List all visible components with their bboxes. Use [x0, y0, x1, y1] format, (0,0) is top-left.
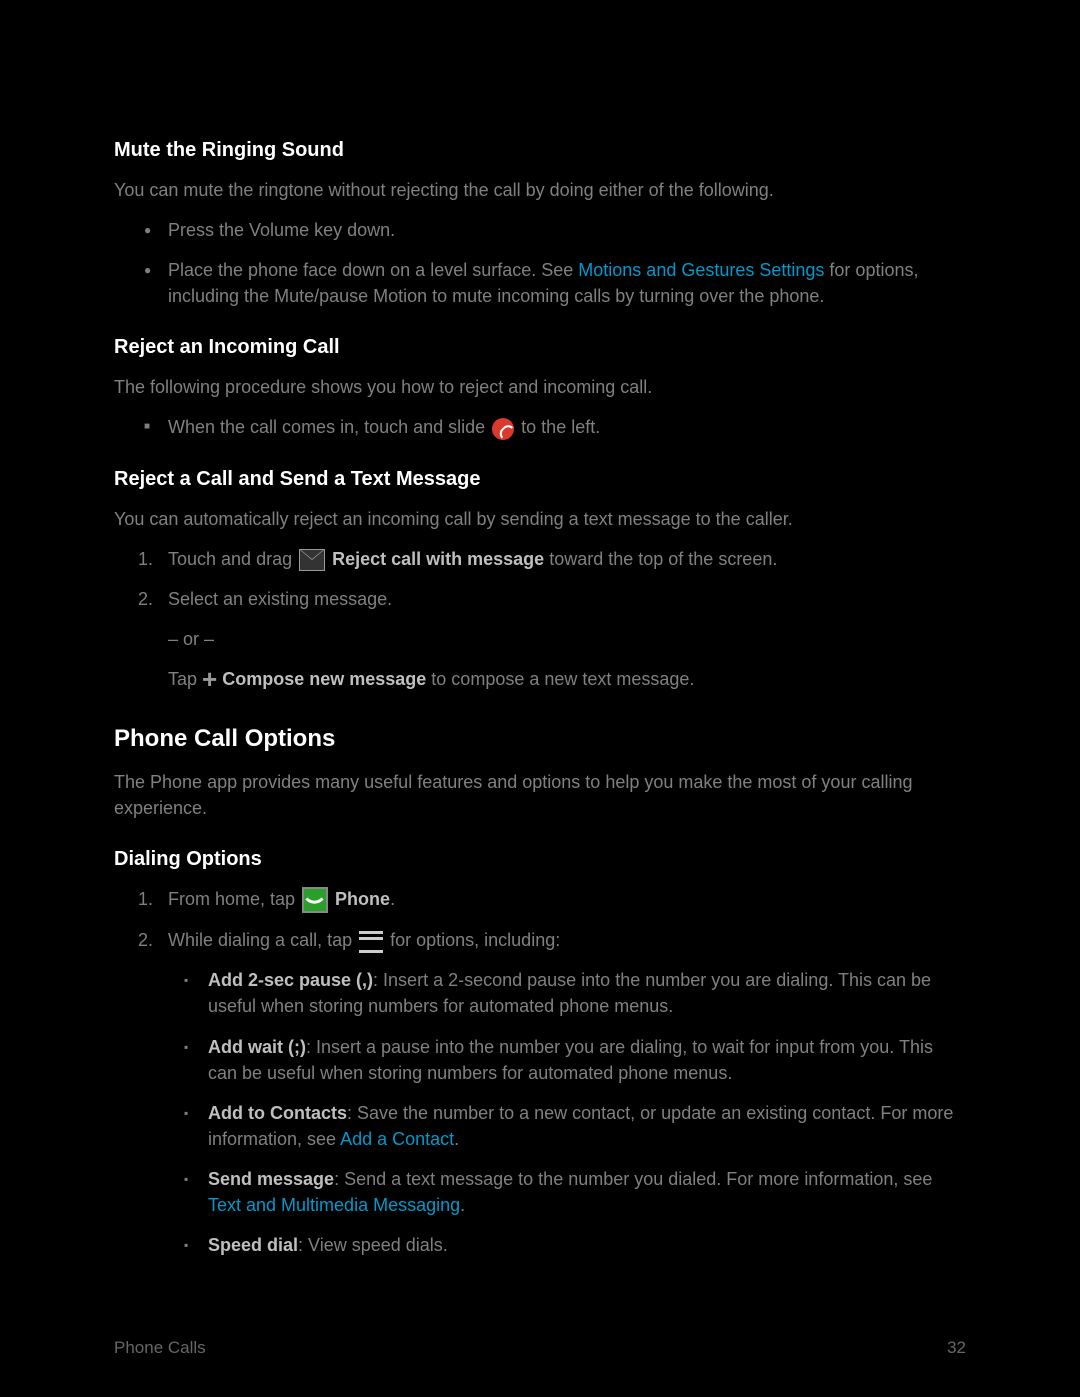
heading-dialing: Dialing Options — [114, 845, 966, 874]
list-item: Send message: Send a text message to the… — [168, 1166, 966, 1218]
text: Place the phone face down on a level sur… — [168, 260, 578, 280]
bold-text: Compose new message — [217, 669, 426, 689]
bold-text: Phone — [330, 889, 390, 909]
text: Touch and drag — [168, 549, 297, 569]
list-item: Touch and drag Reject call with message … — [114, 546, 966, 572]
document-page: Mute the Ringing Sound You can mute the … — [0, 0, 1080, 1397]
text: . — [390, 889, 395, 909]
text: toward the top of the screen. — [544, 549, 777, 569]
list-item: Press the Volume key down. — [114, 217, 966, 243]
list-item: Select an existing message. – or – Tap +… — [114, 586, 966, 692]
list-item: Add 2-sec pause (,): Insert a 2-second p… — [168, 967, 966, 1019]
link-add-contact[interactable]: Add a Contact — [340, 1129, 454, 1149]
text: : Send a text message to the number you … — [334, 1169, 932, 1189]
heading-phone-options: Phone Call Options — [114, 722, 966, 757]
paragraph: You can automatically reject an incoming… — [114, 506, 966, 532]
text: When the call comes in, touch and slide — [168, 417, 490, 437]
text: : Insert a pause into the number you are… — [208, 1037, 933, 1083]
list-item: Add to Contacts: Save the number to a ne… — [168, 1100, 966, 1152]
mail-icon — [299, 549, 325, 571]
list-item: When the call comes in, touch and slide … — [114, 414, 966, 440]
footer-page-number: 32 — [947, 1336, 966, 1361]
text: for options, including: — [385, 930, 560, 950]
text: . — [460, 1195, 465, 1215]
link-text-mms[interactable]: Text and Multimedia Messaging — [208, 1195, 460, 1215]
heading-reject: Reject an Incoming Call — [114, 333, 966, 362]
page-footer: Phone Calls 32 — [114, 1336, 966, 1361]
menu-icon — [359, 931, 383, 953]
square-list: When the call comes in, touch and slide … — [114, 414, 966, 440]
bullet-list: Press the Volume key down. Place the pho… — [114, 217, 966, 309]
text: to the left. — [516, 417, 600, 437]
list-item: Place the phone face down on a level sur… — [114, 257, 966, 309]
bold-text: Speed dial — [208, 1235, 298, 1255]
link-motions-gestures[interactable]: Motions and Gestures Settings — [578, 260, 824, 280]
paragraph: The following procedure shows you how to… — [114, 374, 966, 400]
bold-text: Add 2-sec pause (,) — [208, 970, 373, 990]
bold-text: Reject call with message — [327, 549, 544, 569]
page-content: Mute the Ringing Sound You can mute the … — [114, 112, 966, 1337]
footer-section: Phone Calls — [114, 1336, 206, 1361]
text: From home, tap — [168, 889, 300, 909]
or-text: – or – — [168, 626, 966, 652]
list-item: Add wait (;): Insert a pause into the nu… — [168, 1034, 966, 1086]
numbered-list: From home, tap Phone. While dialing a ca… — [114, 886, 966, 1258]
phone-icon — [302, 887, 328, 913]
reject-call-icon — [492, 418, 514, 440]
list-item: Speed dial: View speed dials. — [168, 1232, 966, 1258]
bold-text: Add to Contacts — [208, 1103, 347, 1123]
text: Tap — [168, 669, 202, 689]
paragraph: You can mute the ringtone without reject… — [114, 177, 966, 203]
paragraph: The Phone app provides many useful featu… — [114, 769, 966, 821]
text: . — [454, 1129, 459, 1149]
text: Select an existing message. — [168, 589, 392, 609]
numbered-list: Touch and drag Reject call with message … — [114, 546, 966, 692]
heading-mute: Mute the Ringing Sound — [114, 136, 966, 165]
heading-reject-message: Reject a Call and Send a Text Message — [114, 465, 966, 494]
list-item: While dialing a call, tap for options, i… — [114, 927, 966, 1258]
sub-list: Add 2-sec pause (,): Insert a 2-second p… — [168, 967, 966, 1258]
text: While dialing a call, tap — [168, 930, 357, 950]
text: to compose a new text message. — [426, 669, 694, 689]
bold-text: Add wait (;) — [208, 1037, 306, 1057]
plus-icon: + — [202, 664, 217, 694]
text: : View speed dials. — [298, 1235, 448, 1255]
list-item: From home, tap Phone. — [114, 886, 966, 913]
bold-text: Send message — [208, 1169, 334, 1189]
tap-line: Tap + Compose new message to compose a n… — [168, 666, 966, 692]
